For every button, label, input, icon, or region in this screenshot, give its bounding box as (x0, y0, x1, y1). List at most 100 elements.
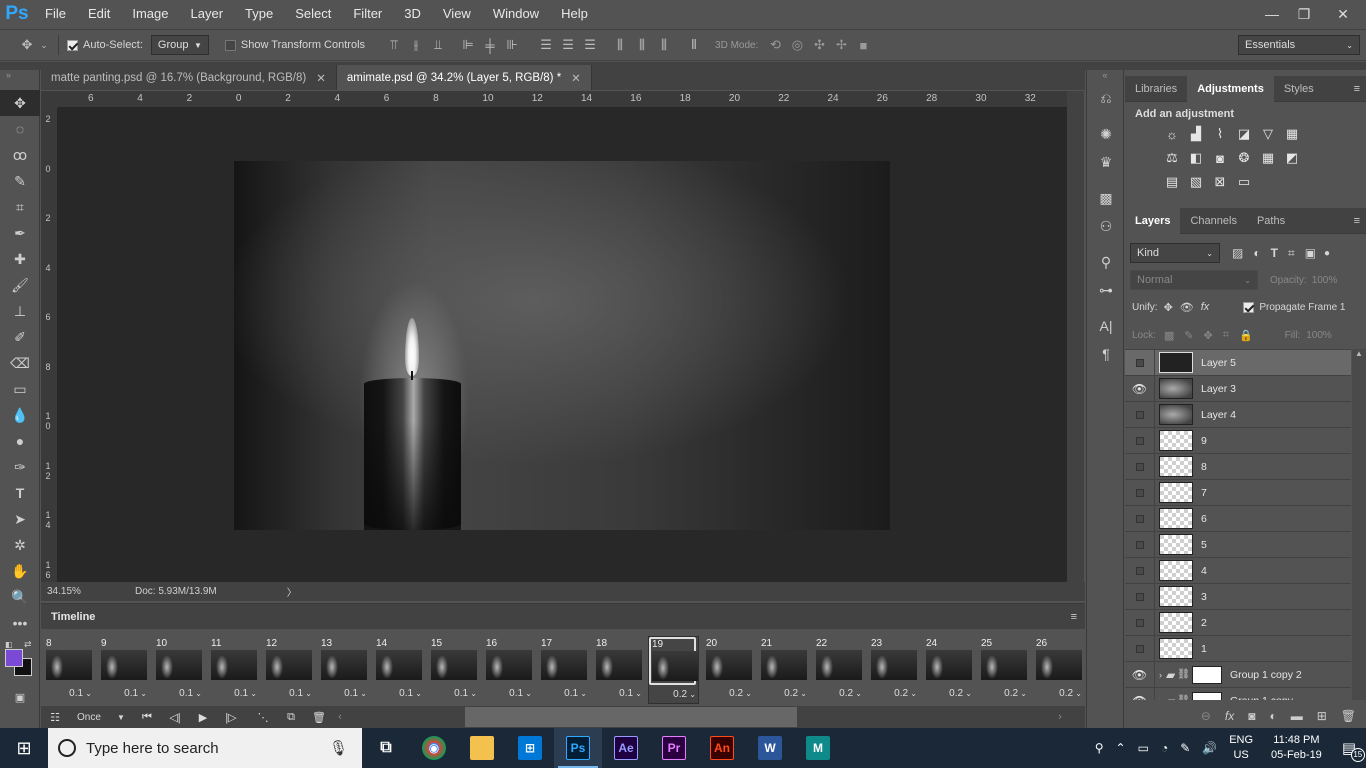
new-layer-icon[interactable]: ⊞ (1317, 709, 1327, 723)
exposure-icon[interactable]: ◪ (1232, 122, 1256, 146)
layer-row[interactable]: Layer 5 (1125, 350, 1351, 376)
invert-icon[interactable]: ◩ (1280, 146, 1304, 170)
taskbar-after-effects[interactable]: Ae (602, 728, 650, 768)
scroll-right-icon[interactable]: › (1053, 706, 1067, 728)
distribute-vcenter-icon[interactable]: ☰ (557, 34, 579, 56)
timeline-frame[interactable]: 9 0.1 ⌄ (98, 636, 149, 704)
visibility-toggle[interactable] (1125, 531, 1155, 558)
frame-delay[interactable]: 0.1 ⌄ (564, 688, 587, 699)
action-center-icon[interactable]: ▤ 15 (1342, 739, 1365, 762)
frame-delay[interactable]: 0.1 ⌄ (399, 688, 422, 699)
taskbar-task-view[interactable]: ⧉ (362, 728, 410, 768)
history-brush-tool[interactable]: ✐ (0, 324, 40, 350)
visibility-toggle[interactable] (1125, 350, 1155, 376)
panel-menu-icon[interactable]: ≡ (1071, 611, 1085, 623)
frame-delay[interactable]: 0.2 ⌄ (839, 688, 862, 699)
frame-delay[interactable]: 0.1 ⌄ (509, 688, 532, 699)
menu-view[interactable]: View (432, 0, 482, 28)
taskbar-chrome[interactable]: ◉ (410, 728, 458, 768)
frame-delay[interactable]: 0.2 ⌄ (1059, 688, 1082, 699)
layer-row[interactable]: 5 (1125, 531, 1351, 558)
frame-delay[interactable]: 0.2 ⌄ (894, 688, 917, 699)
align-right-icon[interactable]: ⊪ (501, 34, 523, 56)
link-layers-icon[interactable]: ⊖ (1201, 709, 1211, 723)
unify-visibility-icon[interactable]: 👁 (1180, 301, 1194, 314)
type-tool[interactable]: T (0, 480, 40, 506)
timeline-frame[interactable]: 18 0.1 ⌄ (593, 636, 644, 704)
3d-rotate-icon[interactable]: ⟲ (764, 34, 786, 56)
align-left-icon[interactable]: ⊫ (457, 34, 479, 56)
black-white-icon[interactable]: ◧ (1184, 146, 1208, 170)
opacity-value[interactable]: 100% (1312, 275, 1352, 286)
distribute-hcenter-icon[interactable]: ⫼ (631, 34, 653, 56)
3d-slide-icon[interactable]: ✢ (830, 34, 852, 56)
eraser-tool[interactable]: ⌫ (0, 350, 40, 376)
timeline-frame[interactable]: 21 0.2 ⌄ (758, 636, 809, 704)
swap-colors-icon[interactable]: ⇄ (24, 639, 32, 650)
clone-source-icon[interactable]: ⚇ (1087, 212, 1125, 240)
filter-type-icon[interactable]: T (1271, 246, 1278, 260)
timeline-frame[interactable]: 10 0.1 ⌄ (153, 636, 204, 704)
clone-stamp-tool[interactable]: ⊥ (0, 298, 40, 324)
eyedropper-tool[interactable]: ✒ (0, 220, 40, 246)
layer-row[interactable]: 8 (1125, 453, 1351, 480)
taskbar-store[interactable]: ⊞ (506, 728, 554, 768)
frame-delay[interactable]: 0.1 ⌄ (179, 688, 202, 699)
show-transform-checkbox[interactable] (224, 39, 236, 51)
layer-row[interactable]: 2 (1125, 609, 1351, 636)
layer-row[interactable]: Layer 4 (1125, 401, 1351, 428)
frame-delay[interactable]: 0.1 ⌄ (234, 688, 257, 699)
tool-presets-icon[interactable]: ⚲ (1087, 248, 1125, 276)
menu-help[interactable]: Help (550, 0, 599, 28)
quick-select-tool[interactable]: ✎ (0, 168, 40, 194)
auto-select-dropdown[interactable]: Group ▼ (150, 35, 209, 55)
kind-filter-dropdown[interactable]: Kind ⌄ (1130, 243, 1220, 263)
restore-button[interactable]: ❐ (1288, 2, 1320, 26)
3d-roll-icon[interactable]: ◎ (786, 34, 808, 56)
unify-position-icon[interactable]: ✥ (1164, 301, 1173, 314)
duplicate-frame-icon[interactable]: ⧉ (277, 706, 305, 728)
visibility-toggle[interactable] (1125, 427, 1155, 454)
timeline-frame[interactable]: 16 0.1 ⌄ (483, 636, 534, 704)
delete-layer-icon[interactable]: 🗑 (1341, 709, 1356, 723)
fill-value[interactable]: 100% (1306, 330, 1332, 341)
frame-delay[interactable]: 0.2 ⌄ (949, 688, 972, 699)
scroll-up-icon[interactable]: ▲ (1352, 349, 1366, 358)
default-colors-icon[interactable]: ◧ (5, 640, 13, 649)
tab-adjustments[interactable]: Adjustments (1187, 75, 1274, 102)
align-top-icon[interactable]: ⫪ (383, 34, 405, 56)
workspace-dropdown[interactable]: Essentials ⌄ (1238, 35, 1360, 55)
visibility-toggle[interactable] (1125, 635, 1155, 662)
frame-delay[interactable]: 0.1 ⌄ (289, 688, 312, 699)
lasso-tool[interactable]: ꝏ (0, 142, 40, 168)
levels-icon[interactable]: ▟ (1184, 122, 1208, 146)
3d-camera-icon[interactable]: ■ (852, 34, 874, 56)
layer-style-icon[interactable]: fx (1225, 709, 1234, 723)
panel-menu-icon[interactable]: ≡ (1354, 215, 1366, 227)
filter-toggle-icon[interactable]: ● (1324, 248, 1330, 259)
visibility-toggle[interactable] (1125, 583, 1155, 610)
new-adjustment-icon[interactable]: ◐ (1269, 709, 1276, 723)
scroll-left-icon[interactable]: ‹ (333, 706, 347, 728)
3d-drag-icon[interactable]: ✣ (808, 34, 830, 56)
lock-all-icon[interactable]: 🔒 (1239, 329, 1253, 342)
layer-row[interactable]: 👁 › ▰⛓ Group 1 copy (1125, 687, 1351, 700)
tab-paths[interactable]: Paths (1247, 208, 1295, 234)
selective-color-icon[interactable]: ⊠ (1208, 170, 1232, 194)
people-icon[interactable]: ⚲ (1095, 741, 1104, 755)
doc-tab-amimate[interactable]: amimate.psd @ 34.2% (Layer 5, RGB/8) * ✕ (336, 65, 592, 90)
frame-delay[interactable]: 0.2 ⌄ (784, 688, 807, 699)
new-group-icon[interactable]: ▬ (1291, 709, 1303, 723)
menu-image[interactable]: Image (121, 0, 179, 28)
visibility-toggle[interactable] (1125, 505, 1155, 532)
close-tab-icon[interactable]: ✕ (571, 71, 581, 85)
zoom-level[interactable]: 34.15% (41, 586, 101, 597)
taskbar-photoshop[interactable]: Ps (554, 728, 602, 768)
layers-scrollbar[interactable]: ▲ (1352, 349, 1366, 700)
convert-timeline-icon[interactable]: ☷ (41, 706, 69, 728)
menu-filter[interactable]: Filter (342, 0, 393, 28)
taskbar-word[interactable]: W (746, 728, 794, 768)
curves-icon[interactable]: ⌇ (1208, 122, 1232, 146)
pen-icon[interactable]: ✎ (1180, 741, 1190, 755)
brush-tool[interactable]: 🖌 (0, 272, 40, 298)
